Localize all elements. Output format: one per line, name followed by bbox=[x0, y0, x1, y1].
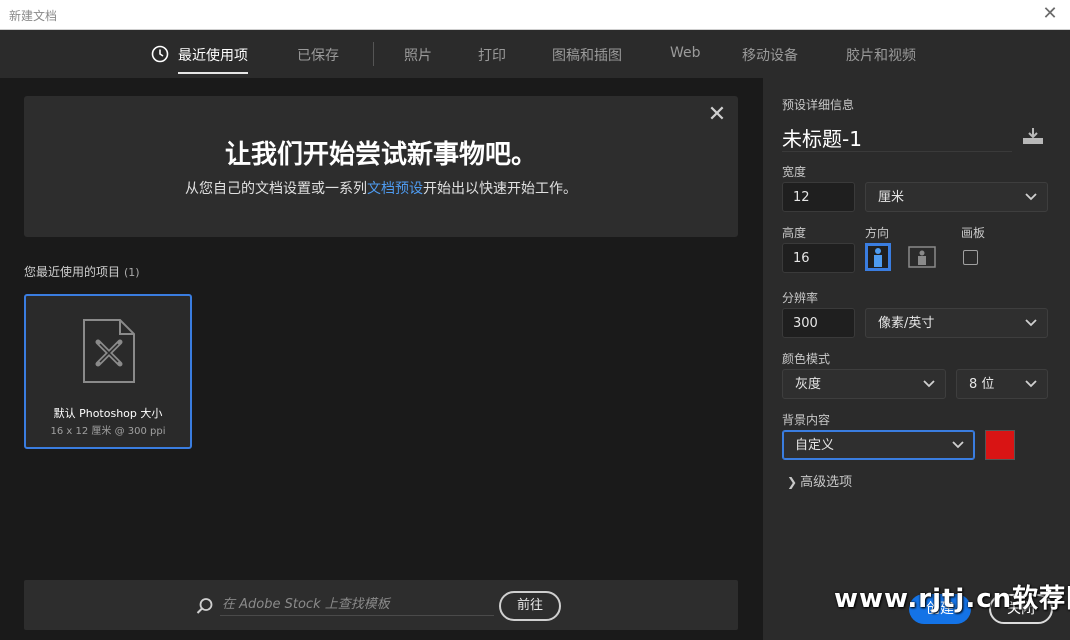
search-icon bbox=[196, 598, 213, 614]
tab-print[interactable]: 打印 bbox=[478, 45, 506, 65]
chevron-down-icon bbox=[952, 441, 964, 449]
resolution-label: 分辨率 bbox=[782, 291, 819, 305]
width-label: 宽度 bbox=[782, 165, 807, 179]
create-button[interactable]: 创建 bbox=[909, 594, 971, 624]
tab-active-underline bbox=[178, 72, 248, 74]
recent-items-label: 您最近使用的项目 (1) bbox=[24, 263, 140, 280]
color-mode-value: 灰度 bbox=[795, 377, 822, 392]
chevron-right-icon: ❯ bbox=[787, 475, 798, 489]
recent-label-text: 您最近使用的项目 bbox=[24, 265, 121, 279]
chevron-down-icon bbox=[923, 380, 935, 388]
background-color-swatch[interactable] bbox=[985, 430, 1015, 460]
portrait-orientation-icon[interactable] bbox=[865, 243, 891, 271]
background-contents-select[interactable]: 自定义 bbox=[782, 430, 975, 460]
welcome-banner: ✕ 让我们开始尝试新事物吧。 从您自己的文档设置或一系列文档预设开始出以快速开始… bbox=[24, 96, 738, 237]
background-contents-value: 自定义 bbox=[795, 438, 835, 453]
width-unit-select[interactable]: 厘米 bbox=[865, 182, 1048, 212]
tab-web[interactable]: Web bbox=[670, 45, 701, 61]
close-button[interactable]: 关闭 bbox=[989, 594, 1053, 624]
color-mode-label: 颜色模式 bbox=[782, 352, 831, 366]
banner-heading: 让我们开始尝试新事物吧。 bbox=[224, 140, 537, 170]
chevron-down-icon bbox=[1025, 380, 1037, 388]
width-unit-value: 厘米 bbox=[878, 190, 905, 205]
tab-art-illustration[interactable]: 图稿和插图 bbox=[552, 45, 622, 65]
artboard-checkbox[interactable] bbox=[963, 250, 978, 265]
banner-sub-text: 从您自己的文档设置或一系列 bbox=[185, 181, 367, 197]
tab-separator bbox=[373, 42, 374, 66]
tab-film-video[interactable]: 胶片和视频 bbox=[846, 45, 916, 65]
height-input[interactable]: 16 bbox=[782, 243, 855, 273]
title-underline bbox=[782, 151, 1012, 152]
tab-saved[interactable]: 已保存 bbox=[297, 45, 339, 65]
chevron-down-icon bbox=[1025, 319, 1037, 327]
bit-depth-value: 8 位 bbox=[969, 377, 995, 392]
banner-sub-text-end: 开始出以快速开始工作。 bbox=[423, 181, 577, 197]
document-presets-link[interactable]: 文档预设 bbox=[367, 181, 423, 197]
recent-item-size: 16 x 12 厘米 @ 300 ppi bbox=[50, 426, 166, 437]
template-search-input[interactable] bbox=[220, 593, 494, 616]
save-preset-icon[interactable] bbox=[1021, 126, 1045, 146]
artboard-label: 画板 bbox=[961, 226, 986, 240]
landscape-orientation-icon[interactable] bbox=[908, 244, 936, 270]
document-name-field[interactable]: 未标题-1 bbox=[782, 123, 1012, 152]
chevron-down-icon bbox=[1025, 193, 1037, 201]
color-mode-select[interactable]: 灰度 bbox=[782, 369, 946, 399]
tab-mobile[interactable]: 移动设备 bbox=[742, 45, 798, 65]
orientation-label: 方向 bbox=[865, 226, 890, 240]
tab-photo[interactable]: 照片 bbox=[404, 45, 432, 65]
clock-icon bbox=[151, 45, 169, 63]
title-bar: 新建文档 ✕ bbox=[0, 0, 1070, 30]
advanced-options-toggle[interactable]: ❯ 高级选项 bbox=[787, 471, 852, 490]
resolution-unit-select[interactable]: 像素/英寸 bbox=[865, 308, 1048, 338]
close-icon[interactable]: ✕ bbox=[1040, 4, 1060, 24]
document-icon bbox=[83, 319, 135, 383]
recent-item-card[interactable]: 默认 Photoshop 大小 16 x 12 厘米 @ 300 ppi bbox=[24, 294, 192, 449]
recent-count: (1) bbox=[124, 266, 140, 279]
tab-recent-label: 最近使用项 bbox=[178, 48, 248, 64]
advanced-options-label: 高级选项 bbox=[800, 475, 853, 490]
close-icon[interactable]: ✕ bbox=[706, 104, 728, 126]
preset-details-label: 预设详细信息 bbox=[782, 98, 855, 112]
height-label: 高度 bbox=[782, 226, 807, 240]
resolution-unit-value: 像素/英寸 bbox=[878, 316, 935, 331]
bit-depth-select[interactable]: 8 位 bbox=[956, 369, 1048, 399]
template-search-bar: 前往 bbox=[24, 580, 738, 630]
width-input[interactable]: 12 bbox=[782, 182, 855, 212]
preset-details-panel: 预设详细信息 未标题-1 宽度 12 厘米 高度 16 方向 画板 分辨率 30… bbox=[762, 78, 1070, 640]
window-title: 新建文档 bbox=[9, 9, 58, 23]
background-contents-label: 背景内容 bbox=[782, 413, 831, 427]
recent-item-name: 默认 Photoshop 大小 bbox=[53, 407, 163, 420]
go-button[interactable]: 前往 bbox=[499, 591, 561, 621]
banner-subtitle: 从您自己的文档设置或一系列文档预设开始出以快速开始工作。 bbox=[24, 178, 738, 198]
tab-recent[interactable]: 最近使用项 bbox=[178, 45, 248, 74]
resolution-input[interactable]: 300 bbox=[782, 308, 855, 338]
main-area: ✕ 让我们开始尝试新事物吧。 从您自己的文档设置或一系列文档预设开始出以快速开始… bbox=[0, 78, 762, 640]
